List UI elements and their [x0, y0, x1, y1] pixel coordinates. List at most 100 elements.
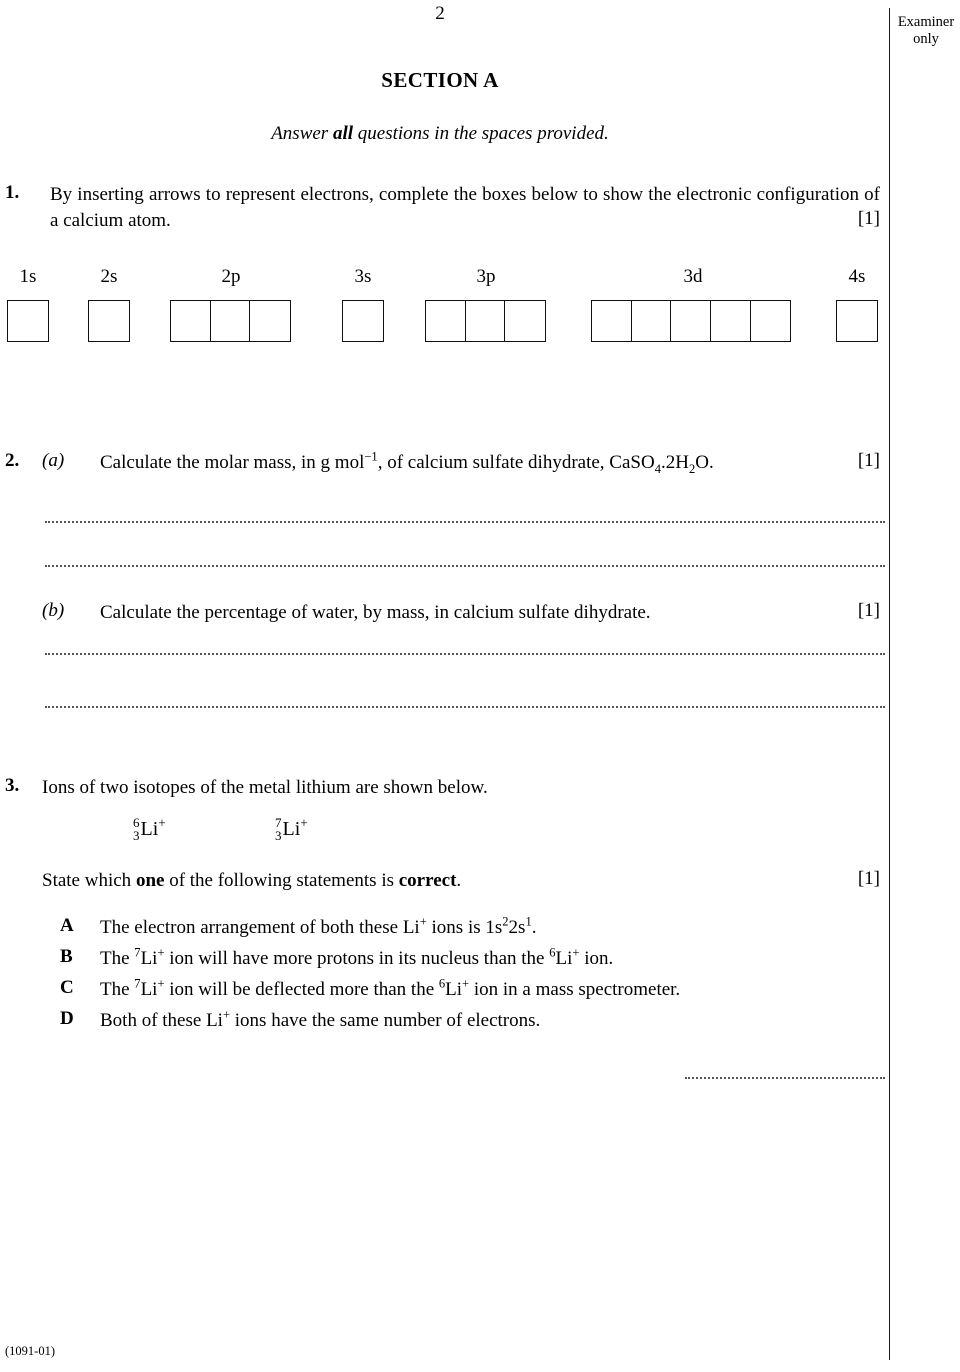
orbital-label-3d: 3d: [683, 266, 703, 287]
text-run: ions is 1s: [426, 917, 503, 938]
orbital-box[interactable]: [249, 300, 291, 342]
element-symbol: Li+: [282, 814, 308, 841]
option-text-c[interactable]: The 7Li+ ion will be deflected more than…: [100, 977, 680, 1003]
question-2a-label: (a): [42, 450, 65, 471]
question-2-number: 2.: [5, 450, 20, 471]
text-run: Li: [445, 979, 463, 1000]
orbital-box[interactable]: [836, 300, 878, 342]
orbital-box[interactable]: [7, 300, 49, 342]
isotope-lithium-6: 6 3 Li+: [133, 816, 166, 842]
page-number: 2: [435, 3, 445, 24]
examiner-only-line2: only: [913, 31, 939, 47]
orbital-box[interactable]: [342, 300, 384, 342]
question-2b-label: (b): [42, 600, 65, 621]
orbital-box[interactable]: [710, 300, 752, 342]
examiner-only-label: Examiner only: [894, 14, 958, 48]
answer-all-instruction: Answer all questions in the spaces provi…: [0, 123, 880, 145]
isotope-numbers: 6 3: [133, 816, 140, 842]
orbital-box[interactable]: [630, 300, 673, 342]
question-3-text: Ions of two isotopes of the metal lithiu…: [42, 777, 488, 798]
orbital-boxes-3s: [342, 300, 384, 342]
atomic-number: 3: [275, 828, 282, 843]
instruction-pre: Answer: [271, 123, 333, 144]
orbital-box[interactable]: [425, 300, 467, 342]
orbital-box[interactable]: [209, 300, 252, 342]
option-text-b[interactable]: The 7Li+ ion will have more protons in i…: [100, 946, 613, 972]
text-run: The: [100, 979, 135, 1000]
text-run: The: [100, 948, 135, 969]
q2a-text-end: O.: [695, 452, 714, 473]
orbital-box[interactable]: [591, 300, 633, 342]
prompt-end: .: [456, 870, 462, 891]
answer-line[interactable]: [45, 562, 885, 567]
answer-line[interactable]: [45, 518, 885, 523]
text-run: The electron arrangement of both these L…: [100, 917, 420, 938]
text-run: ions have the same number of electrons.: [230, 1010, 541, 1031]
text-run: Both of these Li: [100, 1010, 223, 1031]
question-2b-marks: [1]: [857, 600, 880, 621]
text-run: 2s: [508, 917, 526, 938]
orbital-label-2s: 2s: [100, 266, 118, 287]
orbital-boxes-1s: [7, 300, 49, 342]
prompt-mid: of the following statements is: [164, 870, 399, 891]
q2a-text-mid: , of calcium sulfate dihydrate, CaSO: [377, 452, 655, 473]
question-2b-text: Calculate the percentage of water, by ma…: [100, 602, 651, 623]
orbital-boxes-3p: [425, 300, 546, 342]
isotope-lithium-7: 7 3 Li+: [275, 816, 308, 842]
orbital-boxes-4s: [836, 300, 878, 342]
question-3-number: 3.: [5, 775, 20, 796]
text-run: Li: [555, 948, 573, 969]
symbol-text: Li: [282, 817, 301, 840]
orbital-box[interactable]: [464, 300, 507, 342]
instruction-post: questions in the spaces provided.: [353, 123, 609, 144]
text-run: ion.: [579, 948, 614, 969]
text-run: .: [531, 917, 537, 938]
orbital-box[interactable]: [170, 300, 212, 342]
examiner-column-divider: [889, 8, 890, 1360]
answer-line[interactable]: [45, 703, 885, 708]
orbital-label-2p: 2p: [221, 266, 241, 287]
question-2a-marks: [1]: [857, 450, 880, 471]
option-text-a[interactable]: The electron arrangement of both these L…: [100, 915, 536, 941]
q2a-text-mid2: .2H: [660, 452, 689, 473]
text-run: ion in a mass spectrometer.: [469, 979, 681, 1000]
footer-paper-code: (1091-01): [5, 1344, 55, 1358]
section-title: SECTION A: [381, 68, 499, 92]
orbital-box[interactable]: [749, 300, 792, 342]
question-1-marks: [1]: [857, 208, 880, 229]
prompt-bold-one: one: [135, 870, 165, 891]
superscript: +: [419, 914, 427, 929]
superscript: +: [222, 1007, 231, 1022]
ion-charge: +: [300, 814, 308, 830]
text-run: Li: [140, 948, 158, 969]
prompt-pre: State which: [42, 870, 136, 891]
text-run: ion will have more protons in its nucleu…: [164, 948, 550, 969]
orbital-boxes-2s: [88, 300, 130, 342]
orbital-label-1s: 1s: [19, 266, 37, 287]
question-2a-text: Calculate the molar mass, in g mol−1, of…: [100, 450, 840, 476]
orbital-box[interactable]: [504, 300, 546, 342]
orbital-boxes-3d: [591, 300, 792, 342]
orbital-box[interactable]: [670, 300, 712, 342]
examiner-only-line1: Examiner: [897, 14, 955, 30]
instruction-bold: all: [332, 123, 354, 144]
element-symbol: Li+: [140, 814, 166, 841]
prompt-bold-correct: correct: [398, 870, 457, 891]
option-text-d[interactable]: Both of these Li+ ions have the same num…: [100, 1008, 540, 1034]
option-letter-b: B: [60, 946, 73, 967]
exam-page: 2 Examiner only SECTION A Answer all que…: [0, 0, 960, 1372]
superscript: +: [157, 976, 165, 991]
question-3-prompt: State which one of the following stateme…: [42, 868, 802, 894]
ion-charge: +: [158, 814, 166, 830]
answer-line-short[interactable]: [685, 1074, 885, 1079]
q2a-sup: −1: [364, 449, 378, 464]
orbital-label-3s: 3s: [354, 266, 372, 287]
symbol-text: Li: [140, 817, 159, 840]
orbital-boxes-2p: [170, 300, 291, 342]
answer-line[interactable]: [45, 650, 885, 655]
option-letter-c: C: [60, 977, 74, 998]
atomic-number: 3: [133, 828, 140, 843]
text-run: Li: [140, 979, 158, 1000]
orbital-box[interactable]: [88, 300, 130, 342]
q2a-text-pre: Calculate the molar mass, in g mol: [100, 452, 365, 473]
